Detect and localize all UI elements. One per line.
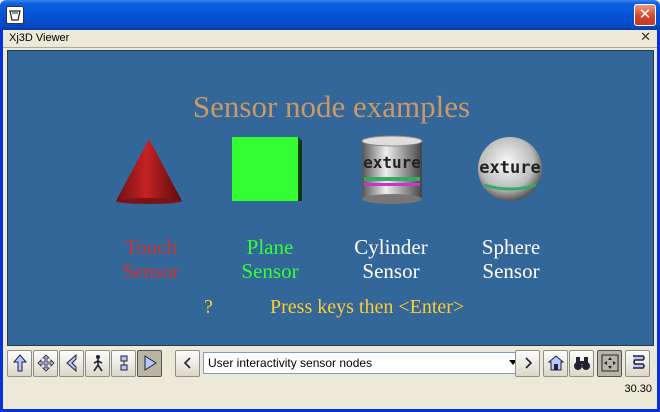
- next-viewpoint-button[interactable]: [515, 350, 540, 377]
- viewer-tab: Xj3D Viewer ✕: [3, 30, 657, 48]
- home-icon: [547, 355, 564, 371]
- window-titlebar[interactable]: ✕: [0, 0, 660, 30]
- binoculars-icon: [573, 357, 590, 370]
- window-close-button[interactable]: ✕: [634, 4, 656, 26]
- tab-close-button[interactable]: ✕: [640, 30, 651, 45]
- play-button[interactable]: [137, 350, 162, 377]
- home-button[interactable]: [543, 350, 568, 377]
- scroll-button[interactable]: [625, 350, 650, 377]
- cylinder-texture-text: exture: [363, 153, 421, 172]
- cone-shape[interactable]: [114, 137, 184, 205]
- pan-button[interactable]: [33, 350, 58, 377]
- examine-icon: [120, 355, 127, 371]
- sphere-sensor-label: Sphere Sensor: [481, 235, 541, 283]
- navigation-toolbar: User interactivity sensor nodes: [7, 349, 654, 379]
- walk-button[interactable]: [85, 350, 110, 377]
- app-icon: [6, 6, 24, 24]
- pan-icon: [36, 354, 55, 372]
- tilt-button[interactable]: [59, 350, 84, 377]
- fit-icon: [601, 354, 618, 372]
- binoculars-button[interactable]: [569, 350, 594, 377]
- fly-icon: [12, 354, 27, 372]
- chevron-right-icon: [524, 357, 532, 369]
- sphere-shape[interactable]: exture: [474, 135, 546, 203]
- examine-button[interactable]: [111, 350, 136, 377]
- chevron-left-icon: [183, 357, 191, 369]
- fly-button[interactable]: [7, 350, 32, 377]
- viewpoint-select-value: User interactivity sensor nodes: [208, 356, 373, 370]
- viewer-tab-title: Xj3D Viewer: [9, 32, 70, 44]
- x3d-canvas[interactable]: Sensor node examples exture exture Touch…: [7, 50, 654, 346]
- hint-question-mark: ?: [204, 296, 213, 318]
- walk-icon: [92, 355, 103, 372]
- sphere-texture-text: exture: [479, 158, 540, 178]
- scroll-icon: [632, 355, 645, 369]
- touch-sensor-label: Touch Sensor: [122, 235, 180, 283]
- plane-sensor-label: Plane Sensor: [241, 235, 299, 283]
- fps-readout: 30.30: [624, 383, 652, 395]
- cylinder-sensor-label: Cylinder Sensor: [354, 235, 428, 283]
- play-icon: [144, 355, 157, 371]
- tilt-icon: [65, 354, 76, 372]
- hint-text: Press keys then <Enter>: [270, 296, 465, 318]
- box-shape[interactable]: [230, 135, 304, 203]
- cylinder-shape[interactable]: exture: [360, 135, 424, 205]
- viewpoint-select[interactable]: User interactivity sensor nodes: [203, 352, 521, 374]
- scene-title: Sensor node examples: [192, 89, 471, 124]
- fit-button[interactable]: [597, 350, 622, 377]
- previous-viewpoint-button[interactable]: [175, 350, 200, 377]
